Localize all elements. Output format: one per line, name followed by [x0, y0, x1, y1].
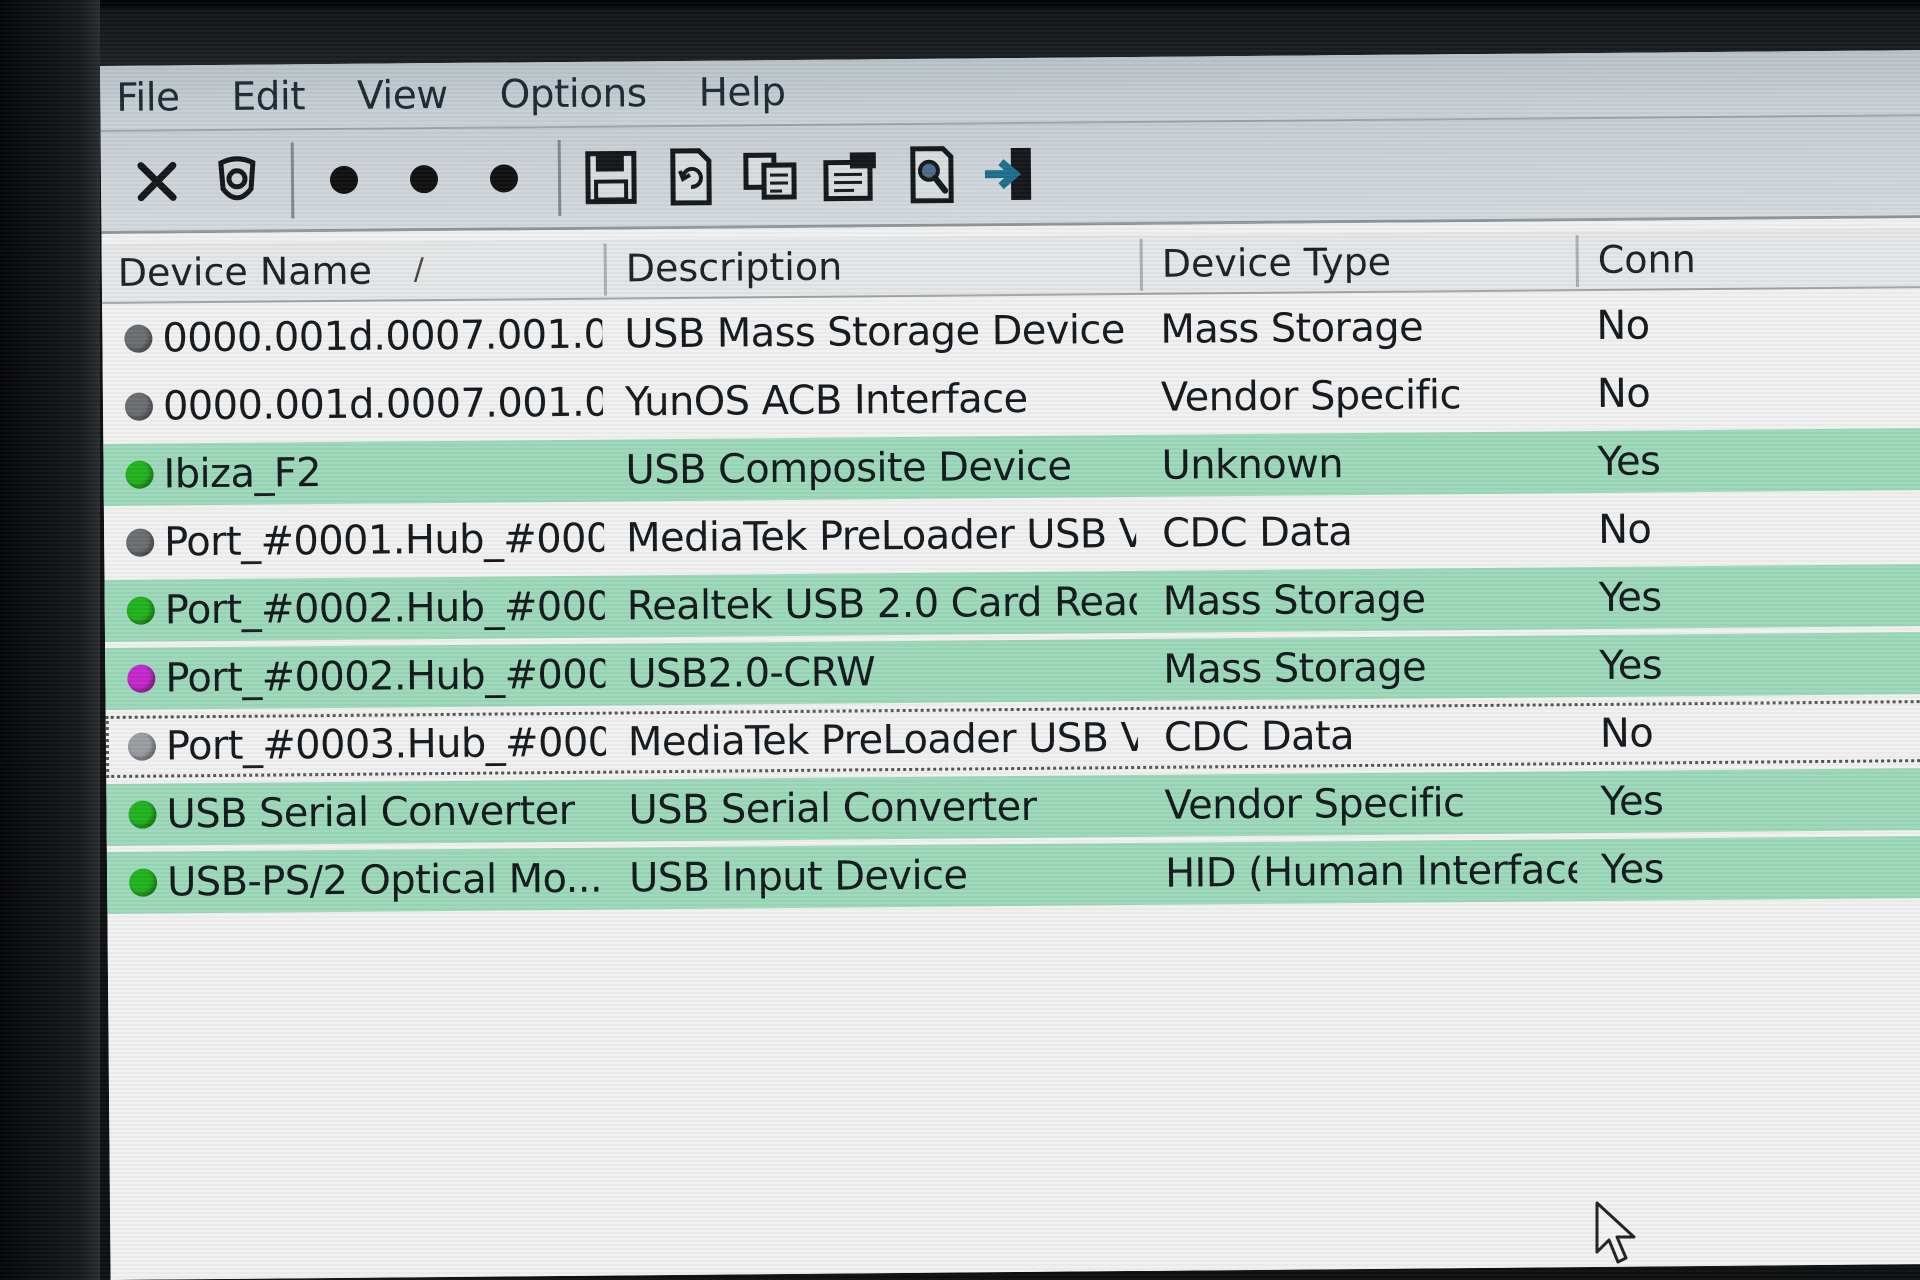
- save-icon: [585, 150, 637, 204]
- table-row[interactable]: USB-PS/2 Optical Mo... USB Input Device HI…: [106, 836, 1920, 914]
- cell-connected: No: [1596, 302, 1650, 349]
- table-header: Device Name / Description Device Type Co…: [101, 228, 1920, 304]
- cell-device-type: CDC Data: [1163, 713, 1355, 761]
- cell-device-type: Mass Storage: [1162, 576, 1426, 625]
- column-header-device-name[interactable]: Device Name: [102, 240, 602, 302]
- menu-edit[interactable]: Edit: [231, 74, 305, 120]
- cell-device-name: 0000.001d.0007.001.00...: [162, 311, 603, 362]
- clean-icon: [218, 155, 256, 200]
- cell-connected: Yes: [1599, 642, 1663, 689]
- column-header-description[interactable]: Description: [610, 235, 1140, 298]
- table-row[interactable]: 0000.001d.0007.001.00... YunOS ACB Interf…: [103, 360, 1920, 438]
- menu-help[interactable]: Help: [698, 70, 785, 116]
- cell-device-name: USB-PS/2 Optical Mo...: [166, 855, 603, 906]
- status-indicator-icon: [126, 528, 155, 557]
- cell-connected: No: [1597, 506, 1652, 553]
- status-indicator-icon: [126, 596, 155, 625]
- exit-icon: [984, 147, 1032, 200]
- status-indicator-icon: [127, 664, 156, 693]
- save-button[interactable]: [579, 141, 644, 214]
- cell-device-type: Mass Storage: [1160, 304, 1424, 353]
- cell-device-name: Ibiza_F2: [163, 450, 322, 498]
- status-indicator-icon: [129, 868, 158, 897]
- cell-connected: No: [1596, 370, 1651, 417]
- status-indicator-icon: [128, 800, 157, 829]
- cell-description: MediaTek PreLoader USB VCO...: [627, 714, 1139, 766]
- column-resizer[interactable]: [1575, 235, 1579, 288]
- monitor-bezel-left: [0, 0, 100, 1280]
- cell-description: YunOS ACB Interface: [624, 375, 1028, 426]
- black-dot-icon: [489, 163, 519, 193]
- cell-connected: Yes: [1597, 438, 1661, 485]
- toolbar: [100, 114, 1920, 234]
- uninstall-button[interactable]: [125, 145, 190, 218]
- copy-button[interactable]: [739, 139, 804, 212]
- status-indicator-icon: [124, 324, 153, 353]
- properties-icon: [823, 151, 876, 201]
- properties-button[interactable]: [819, 139, 884, 212]
- refresh-icon: [670, 147, 712, 206]
- toolbar-separator: [557, 139, 562, 216]
- column-resizer[interactable]: [603, 243, 608, 296]
- exit-button[interactable]: [979, 137, 1044, 210]
- cell-device-type: Vendor Specific: [1160, 372, 1462, 421]
- cell-device-type: Mass Storage: [1163, 644, 1427, 693]
- search-icon: [910, 145, 954, 203]
- cell-device-name: USB Serial Converter: [166, 787, 575, 838]
- cell-description: USB Composite Device: [625, 443, 1072, 494]
- sort-indicator: /: [413, 252, 425, 288]
- disable-button[interactable]: [472, 142, 537, 215]
- black-dot-icon: [409, 164, 439, 193]
- menu-view[interactable]: View: [357, 72, 448, 118]
- table-row[interactable]: Port_#0001.Hub_#0008 MediaTek PreLoader U…: [104, 496, 1920, 574]
- cell-device-type: Vendor Specific: [1164, 780, 1465, 829]
- menu-file[interactable]: File: [116, 75, 180, 121]
- column-header-connected[interactable]: Conn: [1581, 228, 1920, 289]
- cell-connected: Yes: [1600, 778, 1664, 825]
- app-window: File Edit View Options Help Device Name …: [100, 50, 1920, 1280]
- cell-connected: Yes: [1600, 846, 1665, 893]
- table-row[interactable]: Ibiza_F2 USB Composite Device Unknown Yes: [103, 428, 1920, 506]
- cell-device-name: Port_#0003.Hub_#0008: [165, 719, 607, 770]
- menu-options[interactable]: Options: [499, 71, 646, 117]
- search-button[interactable]: [899, 138, 964, 211]
- cell-description: Realtek USB 2.0 Card Reader: [626, 578, 1137, 630]
- column-resizer[interactable]: [1139, 238, 1144, 291]
- cell-description: MediaTek PreLoader USB VCO...: [625, 510, 1137, 562]
- cell-device-name: Port_#0002.Hub_#0008: [164, 583, 606, 634]
- close-icon: [137, 161, 177, 201]
- table-row[interactable]: Port_#0003.Hub_#0008 MediaTek PreLoader U…: [105, 700, 1920, 778]
- refresh-button[interactable]: [659, 140, 724, 213]
- cell-device-name: Port_#0001.Hub_#0008: [163, 515, 605, 566]
- black-dot-icon: [329, 165, 359, 194]
- table-row[interactable]: USB Serial Converter USB Serial Converter…: [106, 768, 1920, 846]
- mouse-cursor-icon: [1595, 1201, 1636, 1264]
- cell-connected: Yes: [1598, 574, 1662, 621]
- cell-device-type: HID (Human Interface D...: [1164, 846, 1578, 897]
- device-table: Device Name / Description Device Type Co…: [101, 218, 1920, 1280]
- enable-button[interactable]: [392, 142, 457, 215]
- copy-icon: [743, 152, 797, 200]
- toolbar-separator: [290, 141, 295, 218]
- cell-device-name: Port_#0002.Hub_#0009: [165, 651, 606, 702]
- cell-description: USB Input Device: [628, 852, 968, 902]
- table-row[interactable]: 0000.001d.0007.001.00... USB Mass Storage…: [102, 292, 1920, 370]
- cell-description: USB Mass Storage Device: [624, 307, 1126, 358]
- cell-device-name: 0000.001d.0007.001.00...: [162, 379, 604, 430]
- column-header-device-type[interactable]: Device Type: [1146, 231, 1576, 293]
- disconnect-button[interactable]: [312, 143, 377, 216]
- table-row[interactable]: Port_#0002.Hub_#0009 USB2.0-CRW Mass Stora…: [105, 632, 1920, 710]
- clean-button[interactable]: [205, 144, 270, 217]
- cell-device-type: Unknown: [1161, 441, 1344, 489]
- cell-description: USB2.0-CRW: [627, 649, 876, 698]
- status-indicator-icon: [125, 460, 154, 489]
- cell-device-type: CDC Data: [1161, 509, 1353, 557]
- status-indicator-icon: [124, 392, 154, 421]
- status-indicator-icon: [127, 732, 157, 761]
- cell-description: USB Serial Converter: [628, 783, 1037, 834]
- cell-connected: No: [1599, 710, 1654, 757]
- table-row[interactable]: Port_#0002.Hub_#0008 Realtek USB 2.0 Card…: [104, 564, 1920, 642]
